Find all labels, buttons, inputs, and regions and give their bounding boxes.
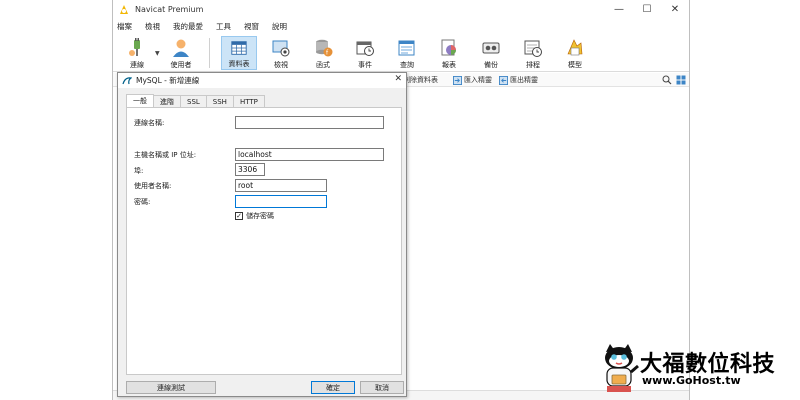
mysql-icon bbox=[122, 76, 132, 84]
table-icon bbox=[231, 41, 247, 55]
export-icon bbox=[499, 75, 508, 85]
tab-http[interactable]: HTTP bbox=[232, 95, 265, 107]
menu-bar: 檔案 檢視 我的最愛 工具 視窗 說明 bbox=[113, 19, 689, 33]
port-input[interactable]: 3306 bbox=[235, 163, 265, 176]
test-connection-button[interactable]: 連線測試 bbox=[126, 381, 216, 394]
toolbar-label: 報表 bbox=[442, 61, 456, 69]
toolbar-label: 連線 bbox=[130, 61, 144, 69]
maximize-button[interactable]: ☐ bbox=[633, 0, 661, 19]
toolbar-user-button[interactable]: 使用者 bbox=[163, 36, 199, 70]
connection-name-input[interactable] bbox=[235, 116, 384, 129]
tab-general[interactable]: 一般 bbox=[126, 94, 154, 107]
dialog-tabs: 一般 進階 SSL SSH HTTP bbox=[126, 94, 265, 107]
search-icon[interactable] bbox=[662, 75, 672, 85]
schedule-icon bbox=[524, 40, 542, 57]
toolbar-label: 資料表 bbox=[228, 60, 250, 68]
dialog-close-button[interactable]: ✕ bbox=[394, 74, 402, 84]
password-input[interactable] bbox=[235, 195, 327, 208]
dialog-title-bar: MySQL - 新增連線 ✕ bbox=[118, 73, 406, 88]
brand-watermark: 大福數位科技 www.GoHost.tw bbox=[598, 340, 798, 396]
menu-view[interactable]: 檢視 bbox=[145, 21, 160, 32]
toolbar-label: 查詢 bbox=[400, 61, 414, 69]
brand-url: www.GoHost.tw bbox=[642, 374, 741, 387]
toolbar-label: 事件 bbox=[358, 61, 372, 69]
ok-button[interactable]: 確定 bbox=[311, 381, 355, 394]
backup-icon bbox=[482, 42, 500, 54]
minimize-button[interactable]: — bbox=[605, 0, 633, 19]
menu-tools[interactable]: 工具 bbox=[216, 21, 231, 32]
view-icon bbox=[272, 40, 290, 57]
tab-ssl[interactable]: SSL bbox=[180, 95, 207, 107]
toolbar-separator bbox=[209, 38, 210, 68]
toolbar-label: 備份 bbox=[484, 61, 498, 69]
chevron-down-icon[interactable]: ▼ bbox=[155, 50, 160, 57]
toolbar-view-button[interactable]: 檢視 bbox=[263, 36, 299, 70]
username-input[interactable]: root bbox=[235, 179, 327, 192]
host-label: 主機名稱或 IP 位址: bbox=[134, 151, 197, 159]
port-label: 埠: bbox=[134, 167, 144, 175]
menu-help[interactable]: 說明 bbox=[272, 21, 287, 32]
username-label: 使用者名稱: bbox=[134, 182, 172, 190]
toolbar-backup-button[interactable]: 備份 bbox=[473, 36, 509, 70]
query-icon bbox=[398, 40, 415, 56]
cancel-button[interactable]: 取消 bbox=[360, 381, 404, 394]
menu-file[interactable]: 檔案 bbox=[117, 21, 132, 32]
navicat-logo-icon bbox=[120, 4, 128, 14]
plug-icon bbox=[129, 38, 140, 56]
import-wizard-button[interactable]: 匯入精靈 bbox=[453, 74, 492, 86]
tab-ssh[interactable]: SSH bbox=[205, 95, 234, 107]
save-password-checkbox[interactable]: ✓ bbox=[235, 212, 243, 220]
model-icon bbox=[567, 39, 583, 56]
event-icon bbox=[356, 41, 374, 56]
host-input[interactable]: localhost bbox=[235, 148, 384, 161]
save-password-row[interactable]: ✓ 儲存密碼 bbox=[235, 211, 274, 221]
user-icon bbox=[173, 39, 189, 57]
toolbar-connection-button[interactable]: 連線 bbox=[119, 36, 155, 70]
window-controls: — ☐ ✕ bbox=[605, 0, 689, 19]
close-button[interactable]: ✕ bbox=[661, 0, 689, 19]
toolbar-model-button[interactable]: 模型 bbox=[557, 36, 593, 70]
toolbar-query-button[interactable]: 查詢 bbox=[389, 36, 425, 70]
title-bar: Navicat Premium — ☐ ✕ bbox=[113, 0, 689, 19]
dialog-title: MySQL - 新增連線 bbox=[136, 76, 200, 85]
toolbar-label: 模型 bbox=[568, 61, 582, 69]
export-wizard-button[interactable]: 匯出精靈 bbox=[499, 74, 538, 86]
delete-table-button[interactable]: 刪除資料表 bbox=[403, 74, 438, 86]
toolbar-label: 函式 bbox=[316, 61, 330, 69]
import-icon bbox=[453, 75, 462, 85]
function-icon: f bbox=[316, 39, 333, 57]
toolbar-label: 使用者 bbox=[170, 61, 192, 69]
save-password-label: 儲存密碼 bbox=[246, 212, 274, 220]
toolbar-table-button[interactable]: 資料表 bbox=[221, 36, 257, 70]
menu-window[interactable]: 視窗 bbox=[244, 21, 259, 32]
toolbar-label: 排程 bbox=[526, 61, 540, 69]
export-wizard-label: 匯出精靈 bbox=[510, 76, 538, 84]
delete-table-label: 刪除資料表 bbox=[403, 76, 438, 84]
new-connection-dialog: MySQL - 新增連線 ✕ 一般 進階 SSL SSH HTTP 連線名稱: … bbox=[117, 72, 407, 397]
toolbar-report-button[interactable]: 報表 bbox=[431, 36, 467, 70]
toolbar-event-button[interactable]: 事件 bbox=[347, 36, 383, 70]
main-toolbar: 連線 ▼ 使用者 資料表 檢視 f 函式 事件 查詢 報表 備份 排程 模型 bbox=[113, 34, 689, 72]
connection-name-label: 連線名稱: bbox=[134, 119, 165, 127]
import-wizard-label: 匯入精靈 bbox=[464, 76, 492, 84]
report-icon bbox=[441, 39, 456, 56]
general-panel: 連線名稱: 主機名稱或 IP 位址: localhost 埠: 3306 使用者… bbox=[126, 107, 402, 375]
toolbar-label: 檢視 bbox=[274, 61, 288, 69]
lucky-cat-mascot-icon bbox=[605, 344, 639, 392]
menu-favorites[interactable]: 我的最愛 bbox=[173, 21, 203, 32]
grid-view-icon[interactable] bbox=[676, 75, 686, 85]
tab-advanced[interactable]: 進階 bbox=[153, 95, 181, 107]
toolbar-function-button[interactable]: f 函式 bbox=[305, 36, 341, 70]
app-title: Navicat Premium bbox=[135, 5, 204, 14]
password-label: 密碼: bbox=[134, 198, 151, 206]
toolbar-schedule-button[interactable]: 排程 bbox=[515, 36, 551, 70]
